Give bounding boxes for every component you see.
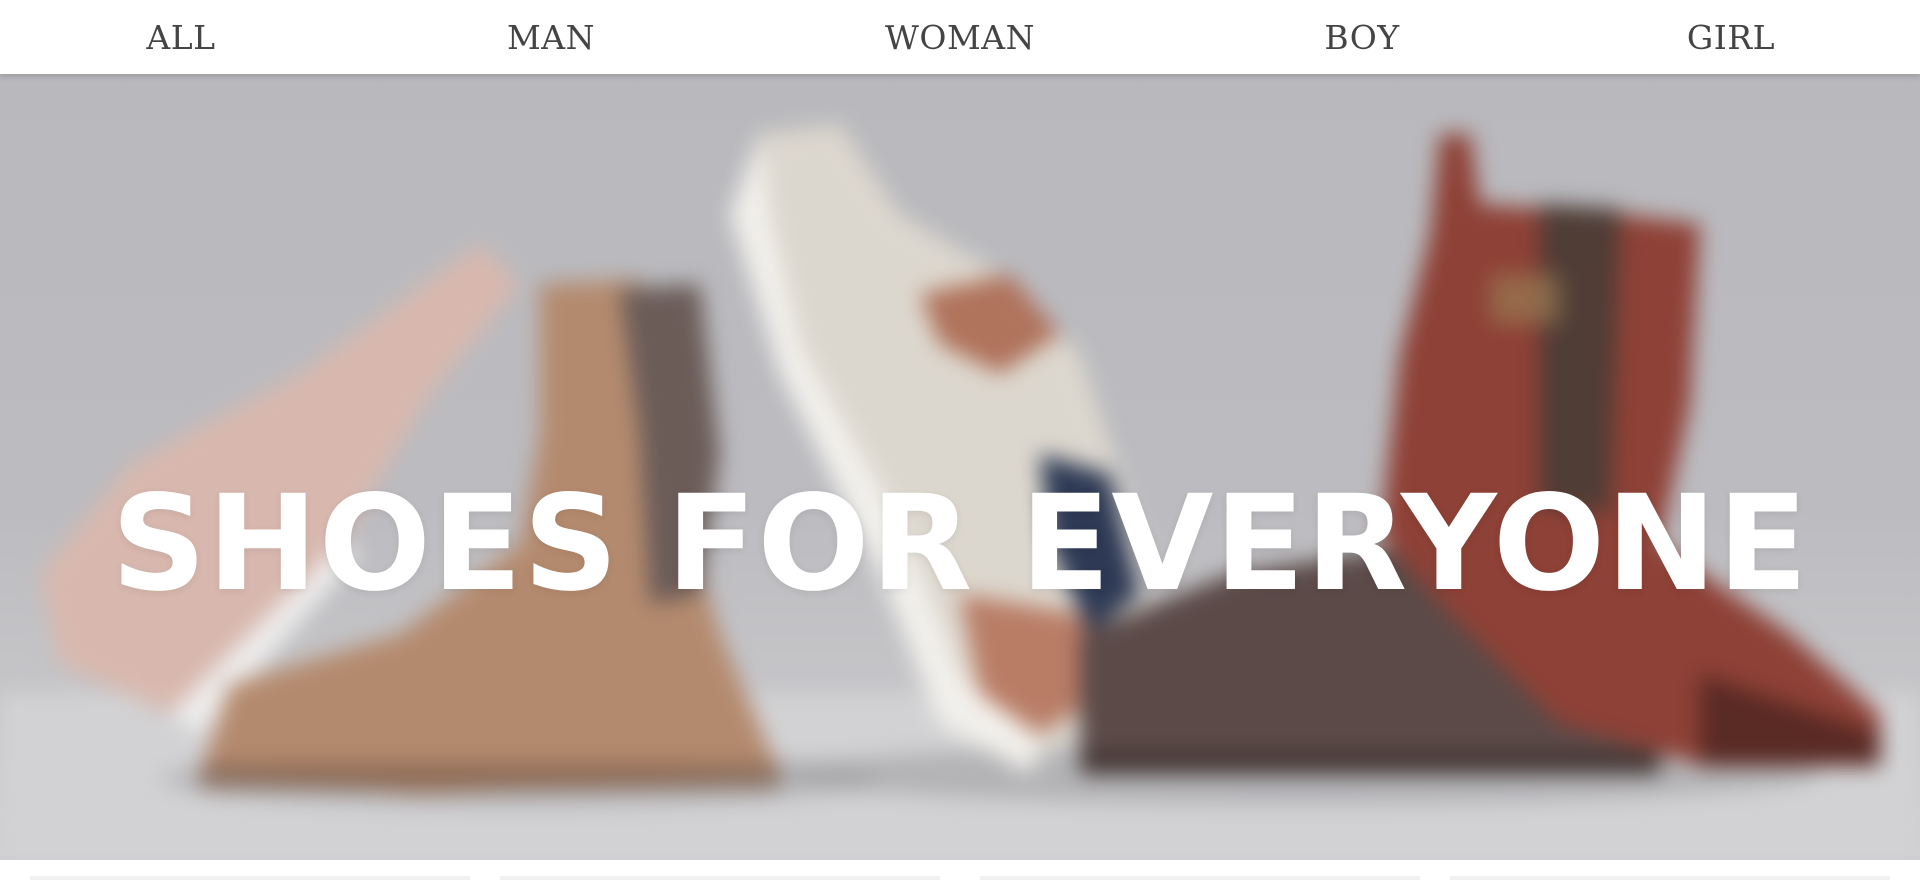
product-card — [500, 876, 940, 880]
nav-item-man[interactable]: MAN — [507, 0, 595, 74]
hero-banner: SHOES FOR EVERYONE — [0, 74, 1920, 860]
product-card — [30, 876, 470, 880]
top-navigation: ALL MAN WOMAN BOY GIRL — [0, 0, 1920, 74]
nav-item-girl[interactable]: GIRL — [1687, 0, 1775, 74]
hero-title: SHOES FOR EVERYONE — [111, 467, 1809, 622]
content-below-fold — [0, 860, 1920, 880]
product-card — [980, 876, 1420, 880]
product-card — [1450, 876, 1890, 880]
nav-item-woman[interactable]: WOMAN — [885, 0, 1035, 74]
nav-item-boy[interactable]: BOY — [1324, 0, 1399, 74]
nav-item-all[interactable]: ALL — [146, 0, 215, 74]
